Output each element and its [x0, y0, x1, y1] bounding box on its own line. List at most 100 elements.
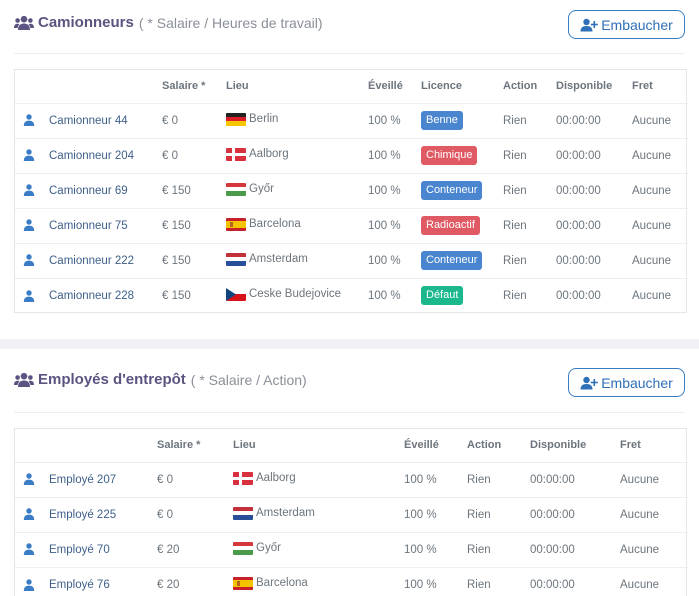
freight-cell: Aucune [632, 137, 688, 173]
employee-name-link[interactable]: Camionneur 69 [49, 185, 128, 197]
license-badge: Benne [421, 111, 463, 130]
name-cell[interactable]: Employé 207 [49, 461, 157, 497]
salary-cell: € 20 [157, 566, 233, 596]
table-row[interactable]: Camionneur 69 € 150 Győr 100 % Conteneur Rien… [15, 172, 688, 208]
city-name: Barcelona [249, 218, 301, 230]
location-cell: Amsterdam [226, 242, 368, 278]
truckers-subtitle: ( * Salaire / Heures de travail) [138, 14, 323, 31]
awake-cell: 100 % [368, 137, 421, 173]
awake-cell: 100 % [368, 102, 421, 138]
available-cell: 00:00:00 [556, 102, 632, 138]
freight-cell: Aucune [632, 207, 688, 243]
freight-cell: Aucune [620, 461, 688, 497]
action-cell: Rien [467, 461, 530, 497]
employee-name-link[interactable]: Employé 225 [49, 509, 116, 521]
flag-dk-icon [233, 471, 253, 485]
column-header-icon [15, 70, 49, 103]
users-icon [14, 15, 34, 30]
name-cell[interactable]: Employé 225 [49, 496, 157, 532]
person-icon [23, 473, 35, 486]
name-cell[interactable]: Employé 76 [49, 566, 157, 596]
name-cell[interactable]: Camionneur 204 [49, 137, 162, 173]
city-name: Amsterdam [256, 507, 315, 519]
table-row[interactable]: Camionneur 44 € 0 Berlin 100 % Benne Rien 00:0… [15, 102, 688, 138]
table-row[interactable]: Employé 70 € 20 Győr 100 % Rien 00:00:00 Aucun… [15, 531, 688, 567]
column-header-awake: Éveillé [404, 439, 439, 452]
salary-cell: € 0 [157, 461, 233, 497]
location-cell: Győr [233, 531, 404, 567]
person-icon [23, 508, 35, 521]
table-row[interactable]: Employé 225 € 0 Amsterdam 100 % Rien 00:00:00… [15, 496, 688, 532]
column-header-icon [15, 429, 49, 462]
employee-name-link[interactable]: Employé 70 [49, 544, 110, 556]
action-cell: Rien [503, 207, 556, 243]
column-header-license: Licence [421, 80, 462, 93]
column-header-available: Disponible [530, 439, 587, 452]
table-row[interactable]: Camionneur 228 € 150 Ceske Budejovice 100 %… [15, 277, 688, 313]
users-icon [14, 372, 34, 387]
table-row[interactable]: Camionneur 222 € 150 Amsterdam 100 % Contene… [15, 242, 688, 278]
flag-de-icon [226, 112, 246, 126]
employee-name-link[interactable]: Camionneur 228 [49, 290, 134, 302]
available-cell: 00:00:00 [530, 566, 620, 596]
location-cell: Amsterdam [233, 496, 404, 532]
employee-name-link[interactable]: Camionneur 222 [49, 255, 134, 267]
action-cell: Rien [467, 566, 530, 596]
column-header-location: Lieu [233, 439, 256, 452]
add-user-icon [580, 376, 599, 389]
name-cell[interactable]: Employé 70 [49, 531, 157, 567]
person-icon [23, 254, 35, 267]
license-cell: Radioactif [421, 207, 503, 243]
name-cell[interactable]: Camionneur 75 [49, 207, 162, 243]
salary-cell: € 150 [162, 207, 226, 243]
name-cell[interactable]: Camionneur 44 [49, 102, 162, 138]
person-icon [23, 114, 35, 127]
warehouse-subtitle: ( * Salaire / Action) [190, 371, 307, 388]
employee-name-link[interactable]: Camionneur 44 [49, 115, 128, 127]
freight-cell: Aucune [632, 277, 688, 313]
available-cell: 00:00:00 [530, 531, 620, 567]
flag-es-icon [226, 217, 246, 231]
warehouse-title: Employés d'entrepôt [38, 371, 186, 388]
employee-name-link[interactable]: Employé 207 [49, 474, 116, 486]
person-icon [23, 219, 35, 232]
employee-name-link[interactable]: Camionneur 75 [49, 220, 128, 232]
awake-cell: 100 % [404, 566, 467, 596]
action-cell: Rien [503, 102, 556, 138]
person-icon-cell [15, 566, 49, 596]
city-name: Amsterdam [249, 253, 308, 265]
table-row[interactable]: Employé 207 € 0 Aalborg 100 % Rien 00:00:00 Au… [15, 461, 688, 497]
city-name: Berlin [249, 113, 279, 125]
person-icon-cell [15, 137, 49, 173]
truckers-table: Salaire * Lieu Éveillé Licence Action Di… [14, 69, 688, 313]
add-user-icon [580, 18, 599, 31]
action-cell: Rien [467, 531, 530, 567]
name-cell[interactable]: Camionneur 69 [49, 172, 162, 208]
truckers-title-row: Camionneurs ( * Salaire / Heures de trav… [14, 14, 323, 31]
license-cell: Chimique [421, 137, 503, 173]
name-cell[interactable]: Camionneur 228 [49, 277, 162, 313]
table-row[interactable]: Camionneur 204 € 0 Aalborg 100 % Chimique Rie… [15, 137, 688, 173]
hire-trucker-button[interactable]: Embaucher [568, 10, 685, 39]
salary-cell: € 0 [162, 102, 226, 138]
name-cell[interactable]: Camionneur 222 [49, 242, 162, 278]
hire-employee-button[interactable]: Embaucher [568, 368, 685, 397]
license-cell: Conteneur [421, 172, 503, 208]
column-header-name [49, 70, 162, 103]
license-cell: Défaut [421, 277, 503, 313]
awake-cell: 100 % [404, 531, 467, 567]
salary-cell: € 20 [157, 531, 233, 567]
salary-cell: € 150 [162, 277, 226, 313]
table-row[interactable]: Employé 76 € 20 Barcelona 100 % Rien 00:00:00… [15, 566, 688, 596]
employee-name-link[interactable]: Employé 76 [49, 579, 110, 591]
person-icon-cell [15, 102, 49, 138]
action-cell: Rien [503, 172, 556, 208]
flag-nl-icon [233, 506, 253, 520]
freight-cell: Aucune [632, 242, 688, 278]
truckers-header: Camionneurs ( * Salaire / Heures de trav… [14, 0, 685, 54]
available-cell: 00:00:00 [556, 277, 632, 313]
table-row[interactable]: Camionneur 75 € 150 Barcelona 100 % Radioact… [15, 207, 688, 243]
employee-name-link[interactable]: Camionneur 204 [49, 150, 134, 162]
location-cell: Győr [226, 172, 368, 208]
available-cell: 00:00:00 [530, 496, 620, 532]
